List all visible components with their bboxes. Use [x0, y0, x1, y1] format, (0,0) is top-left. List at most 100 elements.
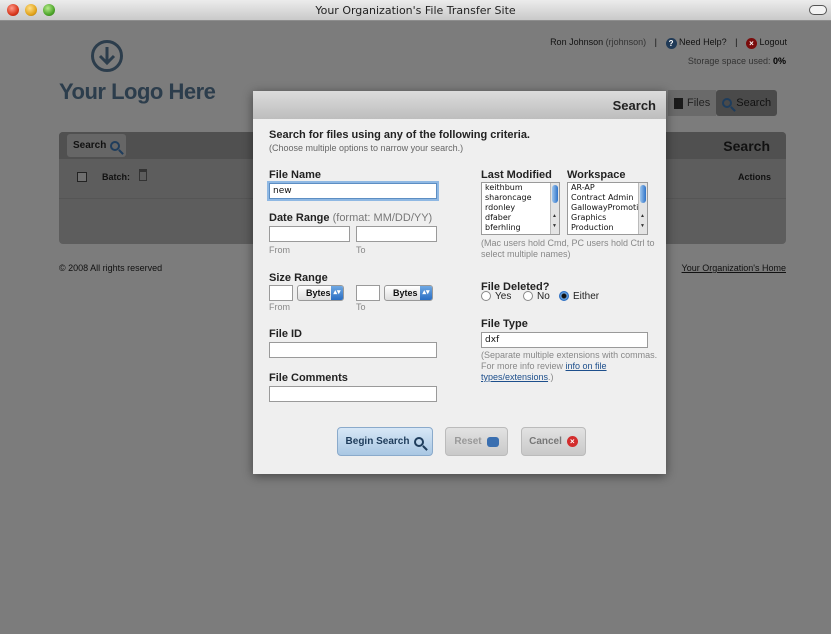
list-item[interactable]: rdonley	[482, 203, 559, 213]
cancel-icon: ×	[566, 436, 578, 447]
date-from-caption: From	[269, 245, 290, 255]
workspace-label: Workspace	[567, 169, 626, 181]
tab-search[interactable]: Search	[716, 90, 778, 116]
size-to-unit-value: Bytes	[393, 288, 418, 298]
date-format-hint: (format: MM/DD/YY)	[332, 212, 433, 224]
modal-title: Search	[612, 98, 656, 113]
size-from-unit-value: Bytes	[306, 288, 331, 298]
deleted-no-label[interactable]: No	[537, 291, 550, 302]
list-item[interactable]: Graphics	[568, 213, 647, 223]
file-type-label: File Type	[481, 318, 528, 330]
multi-select-note: (Mac users hold Cmd, PC users hold Ctrl …	[481, 238, 655, 259]
search-icon	[722, 98, 733, 108]
separator: |	[735, 37, 738, 47]
begin-search-button[interactable]: Begin Search	[337, 427, 433, 456]
help-icon[interactable]: ?	[665, 38, 677, 49]
tab-label: Search	[736, 97, 772, 109]
deleted-yes-radio[interactable]	[481, 291, 491, 301]
scrollbar-thumb[interactable]	[640, 185, 646, 203]
reset-label: Reset	[454, 436, 482, 447]
deleted-yes-label[interactable]: Yes	[495, 291, 511, 302]
search-intro: Search for files using any of the follow…	[269, 129, 530, 141]
file-type-note: (Separate multiple extensions with comma…	[481, 350, 661, 383]
logout-icon[interactable]: ×	[745, 38, 757, 49]
cancel-label: Cancel	[529, 436, 562, 447]
select-arrows-icon: ▴▾	[331, 286, 343, 300]
cancel-button[interactable]: Cancel ×	[521, 427, 586, 456]
deleted-no-radio[interactable]	[523, 291, 533, 301]
storage-value: 0%	[772, 56, 786, 66]
last-modified-listbox[interactable]: keithbum sharoncage rdonley dfaber bferh…	[481, 182, 560, 235]
tab-files[interactable]: Files	[668, 90, 717, 116]
modal-header: Search	[253, 91, 666, 119]
deleted-either-label[interactable]: Either	[573, 291, 599, 302]
logo-text: Your Logo Here	[59, 79, 216, 104]
list-item[interactable]: bferhling	[482, 223, 559, 233]
panel-search-button[interactable]: Search	[67, 134, 127, 157]
file-name-input[interactable]	[269, 183, 437, 199]
window-titlebar: Your Organization's File Transfer Site	[0, 0, 831, 21]
listbox-scrollbar[interactable]: ▲ ▼	[638, 183, 647, 234]
storage-label: Storage space used:	[687, 56, 771, 66]
list-item[interactable]: AR-AP	[568, 183, 647, 193]
search-modal: Search Search for files using any of the…	[253, 91, 666, 474]
file-type-input[interactable]	[481, 332, 648, 348]
scroll-down-icon[interactable]: ▼	[552, 223, 557, 229]
batch-checkbox[interactable]	[77, 172, 87, 182]
file-comments-label: File Comments	[269, 372, 348, 384]
copyright: © 2008 All rights reserved	[59, 263, 163, 273]
scroll-down-icon[interactable]: ▼	[640, 223, 645, 229]
workspace-listbox[interactable]: AR-AP Contract Admin GallowayPromotion G…	[567, 182, 648, 235]
list-item[interactable]: keithbum	[482, 183, 559, 193]
date-to-caption: To	[356, 245, 366, 255]
file-comments-input[interactable]	[269, 386, 437, 402]
toolbar-toggle-button[interactable]	[809, 5, 827, 15]
size-to-unit-select[interactable]: Bytes ▴▾	[384, 285, 433, 301]
reset-button[interactable]: Reset	[445, 427, 508, 456]
search-icon	[110, 140, 121, 151]
size-to-caption: To	[356, 302, 366, 312]
window-title: Your Organization's File Transfer Site	[315, 4, 516, 17]
user-bar: Ron Johnson (rjohnson) | ? Need Help? | …	[550, 37, 787, 49]
user-handle: (rjohnson)	[605, 37, 647, 47]
file-id-label: File ID	[269, 328, 303, 340]
size-range-label: Size Range	[269, 272, 328, 284]
actions-label: Actions	[737, 172, 771, 182]
organization-home-link[interactable]: Your Organization's Home	[682, 263, 786, 273]
batch-label: Batch:	[102, 172, 131, 182]
begin-search-label: Begin Search	[345, 436, 410, 447]
file-icon	[674, 97, 683, 109]
deleted-either-radio[interactable]	[559, 291, 569, 301]
list-item[interactable]: sharoncage	[482, 193, 559, 203]
last-modified-label: Last Modified	[481, 169, 552, 181]
date-to-input[interactable]	[356, 226, 437, 242]
size-to-input[interactable]	[356, 285, 380, 301]
trash-icon[interactable]	[139, 169, 147, 181]
search-intro-sub: (Choose multiple options to narrow your …	[269, 143, 464, 153]
list-item[interactable]: Contract Admin	[568, 193, 647, 203]
size-from-input[interactable]	[269, 285, 293, 301]
search-icon	[414, 436, 425, 447]
list-item[interactable]: GallowayPromotion	[568, 203, 647, 213]
size-from-unit-select[interactable]: Bytes ▴▾	[297, 285, 344, 301]
listbox-scrollbar[interactable]: ▲ ▼	[550, 183, 559, 234]
date-from-input[interactable]	[269, 226, 350, 242]
file-id-input[interactable]	[269, 342, 437, 358]
help-link[interactable]: Need Help?	[679, 37, 727, 47]
main-tabs: Files Search	[668, 90, 778, 116]
list-item[interactable]: dfaber	[482, 213, 559, 223]
date-range-label: Date Range (format: MM/DD/YY)	[269, 212, 432, 224]
logo-arrow-icon	[91, 40, 123, 72]
scroll-up-icon[interactable]: ▲	[640, 213, 645, 219]
panel-search-label: Search	[73, 140, 107, 151]
scroll-up-icon[interactable]: ▲	[552, 213, 557, 219]
date-range-title: Date Range	[269, 212, 330, 224]
select-arrows-icon: ▴▾	[420, 286, 432, 300]
logout-link[interactable]: Logout	[759, 37, 787, 47]
file-name-label: File Name	[269, 169, 321, 181]
scrollbar-thumb[interactable]	[552, 185, 558, 203]
panel-title: Search	[723, 138, 770, 154]
file-type-note-suffix: .)	[548, 372, 554, 382]
list-item[interactable]: Production	[568, 223, 647, 233]
storage-indicator: Storage space used: 0%	[688, 56, 786, 66]
